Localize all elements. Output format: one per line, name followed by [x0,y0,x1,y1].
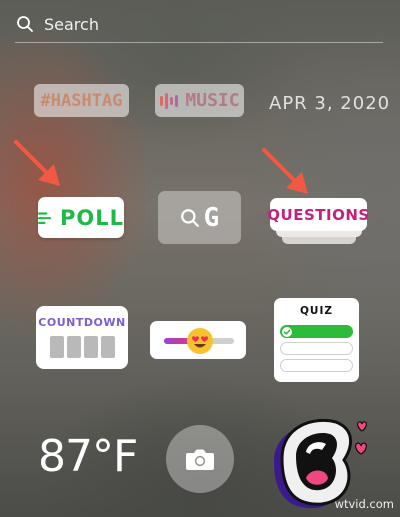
search-glyph-icon [180,208,199,227]
poll-label: POLL [59,205,124,230]
countdown-box [83,336,98,358]
temperature-label: 87°F [38,430,138,482]
quiz-option [280,359,353,372]
watermark: wtvid.com [334,497,394,511]
countdown-box [100,336,115,358]
date-sticker[interactable]: APR 3, 2020 [269,88,389,118]
check-icon [282,326,292,337]
quiz-option [280,342,353,355]
countdown-boxes [36,336,128,358]
music-sticker[interactable]: MUSIC [155,84,244,117]
questions-label: QUESTIONS [267,205,370,224]
music-label: MUSIC [185,90,240,111]
countdown-label: COUNTDOWN [38,316,126,329]
search-input[interactable] [44,14,344,34]
camera-icon [186,449,214,470]
emoji-slider-sticker[interactable] [150,321,246,359]
countdown-box [49,336,64,358]
quiz-label: QUIZ [300,305,333,317]
hashtag-sticker[interactable]: #HASHTAG [34,84,129,117]
search-icon [17,16,33,32]
countdown-sticker[interactable]: COUNTDOWN [36,306,128,369]
temperature-sticker[interactable]: 87°F [38,428,138,484]
quiz-sticker[interactable]: QUIZ [274,298,359,382]
poll-sticker[interactable]: POLL [38,197,124,238]
music-bars-icon [160,92,179,109]
date-label: APR 3, 2020 [269,92,391,114]
countdown-box [66,336,81,358]
arrow-icon [14,140,60,186]
arrow-icon [262,148,308,194]
quiz-option-correct [280,325,353,338]
questions-sticker[interactable]: QUESTIONS [267,198,370,231]
hashtag-label: #HASHTAG [40,90,123,111]
search-sticker[interactable]: G [158,191,241,244]
poll-lines-icon [38,211,52,224]
mouth-sticker[interactable] [270,408,372,508]
search-bar[interactable] [15,6,383,43]
camera-button[interactable] [166,425,234,493]
search-sticker-glyph: G [203,202,220,233]
heart-eyes-emoji-icon [187,328,213,354]
